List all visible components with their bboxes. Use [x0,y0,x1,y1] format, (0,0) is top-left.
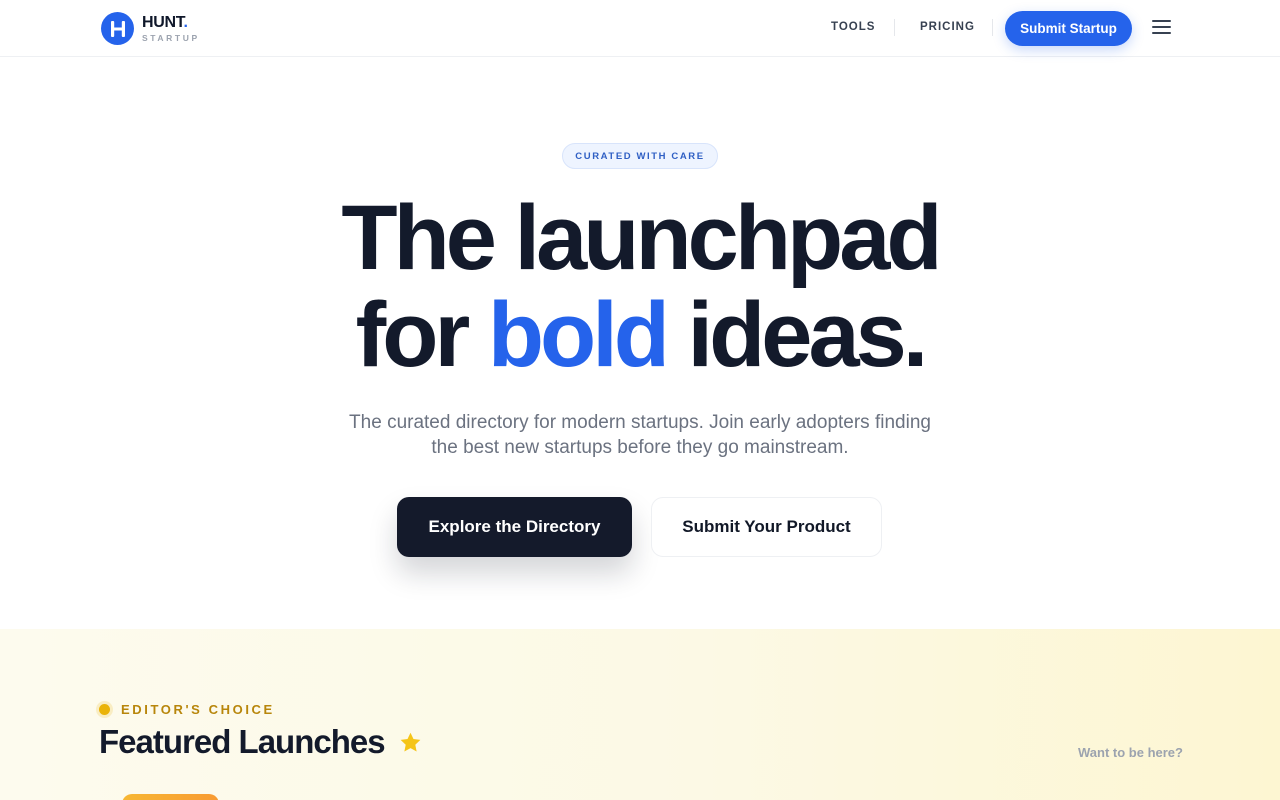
logo-subtitle: STARTUP [142,32,200,43]
site-header: HUNT. STARTUP TOOLS PRICING Submit Start… [0,0,1280,57]
hero-subtitle: The curated directory for modern startup… [349,412,931,458]
logo[interactable]: HUNT. STARTUP [101,12,200,45]
featured-section: EDITOR'S CHOICE Featured Launches Want t… [0,629,1280,800]
nav-pricing-link[interactable]: PRICING [920,21,975,33]
hero-title-pre: for [355,284,488,386]
hero-title-line1: The launchpad [341,187,942,289]
hero-title-accent: bold [487,284,670,386]
nav-divider [992,19,993,36]
logo-name: HUNT. [142,13,188,31]
nav-divider [894,19,895,36]
want-to-be-here-link[interactable]: Want to be here? [1078,745,1183,760]
eyebrow-label: EDITOR'S CHOICE [121,702,275,717]
section-title: Featured Launches [99,723,422,761]
star-icon [400,732,420,752]
editors-choice-eyebrow: EDITOR'S CHOICE [99,702,275,717]
submit-product-button[interactable]: Submit Your Product [651,497,882,557]
dot-icon [99,704,110,715]
nav-tools-link[interactable]: TOOLS [831,21,875,33]
submit-startup-button[interactable]: Submit Startup [1005,11,1132,46]
hero-badge: CURATED WITH CARE [562,143,718,169]
hero-title-post: ideas. [665,284,929,386]
logo-h-icon [101,12,134,45]
featured-card-preview[interactable] [122,794,219,800]
hero-title: The launchpad for bold ideas. [0,190,1280,384]
explore-directory-button[interactable]: Explore the Directory [397,497,632,557]
menu-icon[interactable] [1152,20,1171,36]
